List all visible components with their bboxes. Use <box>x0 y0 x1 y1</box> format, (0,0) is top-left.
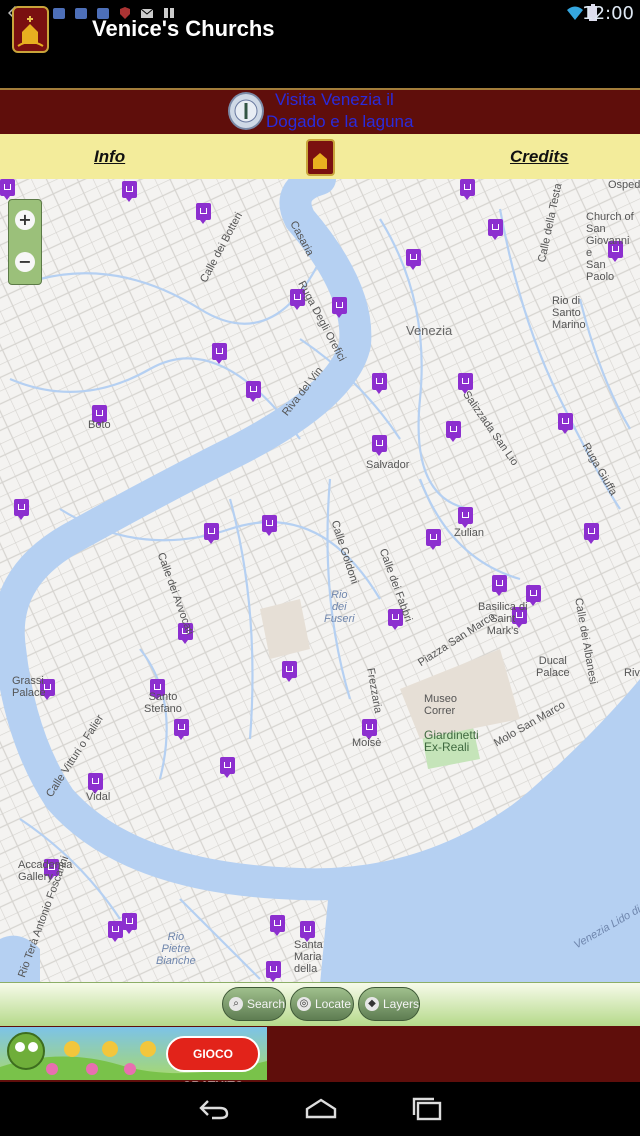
church-pin[interactable] <box>300 921 315 942</box>
map-label: Rio Pietre Bianche <box>156 931 196 967</box>
locate-label: Locate <box>315 997 352 1011</box>
clock-time: 12:00 <box>582 3 634 24</box>
church-pin[interactable] <box>526 585 541 606</box>
info-link[interactable]: Info <box>94 147 125 167</box>
church-pin[interactable] <box>212 343 227 364</box>
church-pin[interactable] <box>122 181 137 202</box>
church-logo-icon[interactable] <box>306 139 335 176</box>
church-pin[interactable] <box>220 757 235 778</box>
banner-line-2[interactable]: Dogado e la laguna <box>266 112 413 132</box>
map-label: Venezia <box>406 323 453 338</box>
map-label: Ducal Palace <box>536 655 570 679</box>
zoom-control: + − <box>8 199 42 285</box>
banner-line-1[interactable]: Visita Venezia il <box>275 90 394 110</box>
church-pin[interactable] <box>372 373 387 394</box>
layers-button[interactable]: ◆ Layers <box>358 987 420 1021</box>
back-icon[interactable] <box>198 1097 230 1121</box>
church-pin[interactable] <box>174 719 189 740</box>
map-label: Zulian <box>454 527 484 539</box>
ubuntu-icon <box>53 8 65 19</box>
church-pin[interactable] <box>458 507 473 528</box>
app-title: Venice's Churchs <box>92 16 275 41</box>
map-label: Museo Correr <box>424 693 458 717</box>
map-label: Vidal <box>86 791 111 803</box>
church-pin[interactable] <box>14 499 29 520</box>
church-pin[interactable] <box>266 961 281 982</box>
map-label: Grassi Palace <box>12 675 46 699</box>
layers-icon: ◆ <box>365 997 379 1011</box>
church-pin[interactable] <box>488 219 503 240</box>
church-pin[interactable] <box>362 719 377 740</box>
locate-button[interactable]: ◎ Locate <box>290 987 354 1021</box>
church-pin[interactable] <box>406 249 421 270</box>
map-label: Rio dei Fuseri <box>324 589 355 625</box>
church-pin[interactable] <box>282 661 297 682</box>
church-pin[interactable] <box>246 381 261 402</box>
credits-link[interactable]: Credits <box>510 147 569 167</box>
church-pin[interactable] <box>458 373 473 394</box>
map-label: Riva <box>624 667 640 679</box>
zoom-in-button[interactable]: + <box>15 210 35 230</box>
church-pin[interactable] <box>460 179 475 200</box>
ad-cta-button[interactable]: GIOCO GRATUITO <box>166 1036 260 1093</box>
church-pin[interactable] <box>426 529 441 550</box>
ubuntu-icon <box>75 8 87 19</box>
church-pin[interactable] <box>584 523 599 544</box>
search-button[interactable]: ⌕ Search <box>222 987 286 1021</box>
recents-icon[interactable] <box>412 1097 444 1121</box>
church-pin[interactable] <box>204 523 219 544</box>
map-label: Ospedal <box>608 179 640 191</box>
church-pin[interactable] <box>446 421 461 442</box>
church-pin[interactable] <box>558 413 573 434</box>
map-label: Santo Stefano <box>144 691 182 715</box>
map-label: Salvador <box>366 459 410 471</box>
map-label: Moisè <box>352 737 382 749</box>
church-pin[interactable] <box>270 915 285 936</box>
church-pin[interactable] <box>196 203 211 224</box>
zoom-out-button[interactable]: − <box>15 252 35 272</box>
church-pin[interactable] <box>492 575 507 596</box>
church-pin[interactable] <box>88 773 103 794</box>
church-pin[interactable] <box>122 913 137 934</box>
search-label: Search <box>247 997 286 1011</box>
map-view[interactable]: Venezia Salvador Zulian Basilica di Sain… <box>0 179 640 982</box>
map-label: Boto <box>88 419 111 431</box>
map-canvas[interactable] <box>0 179 640 982</box>
home-icon[interactable] <box>304 1097 338 1121</box>
church-pin[interactable] <box>372 435 387 456</box>
locate-icon: ◎ <box>297 997 311 1011</box>
map-label: Giardinetti Ex-Reali <box>424 728 479 754</box>
map-label: Rio di Santo Marino <box>552 295 586 331</box>
church-pin[interactable] <box>108 921 123 942</box>
church-pin[interactable] <box>262 515 277 536</box>
search-icon: ⌕ <box>229 997 243 1011</box>
church-pin[interactable] <box>332 297 347 318</box>
church-pin[interactable] <box>0 179 15 200</box>
church-logo-icon[interactable] <box>12 6 49 53</box>
venice-seal-icon <box>228 92 264 130</box>
map-label: Church of San Giovanni e San Paolo <box>586 211 634 283</box>
map-label: Santa Maria della <box>294 939 323 975</box>
layers-label: Layers <box>383 997 420 1011</box>
